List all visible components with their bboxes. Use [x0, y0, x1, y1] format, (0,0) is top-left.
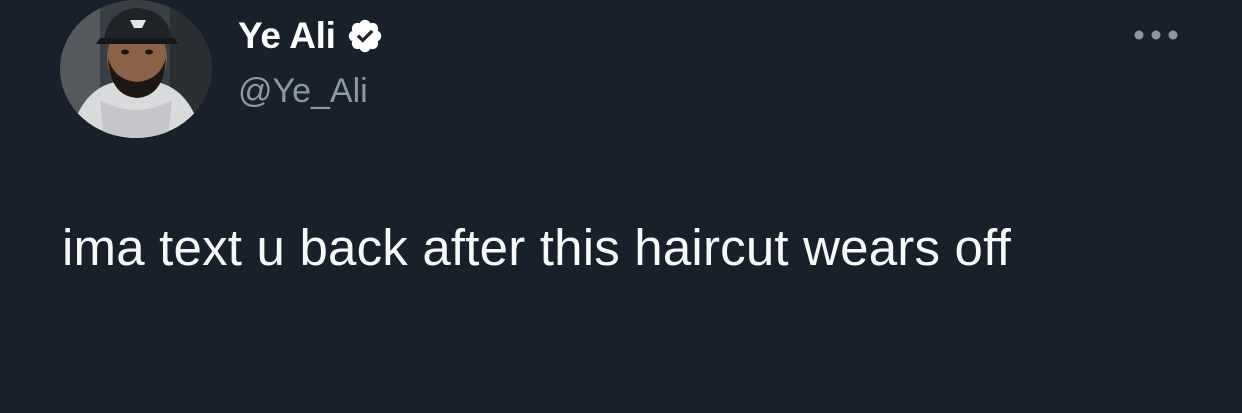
more-options-icon[interactable]	[1128, 20, 1184, 50]
author-name-row: Ye Ali	[238, 14, 384, 58]
avatar-photo	[60, 0, 212, 138]
display-name[interactable]: Ye Ali	[238, 15, 336, 57]
tweet-text: ima text u back after this haircut wears…	[62, 219, 1011, 276]
tweet-card: Ye Ali @Ye_Ali ima text u back after thi…	[0, 0, 1242, 413]
avatar[interactable]	[60, 0, 212, 138]
verified-badge-icon	[346, 17, 384, 55]
user-handle[interactable]: @Ye_Ali	[238, 72, 368, 111]
